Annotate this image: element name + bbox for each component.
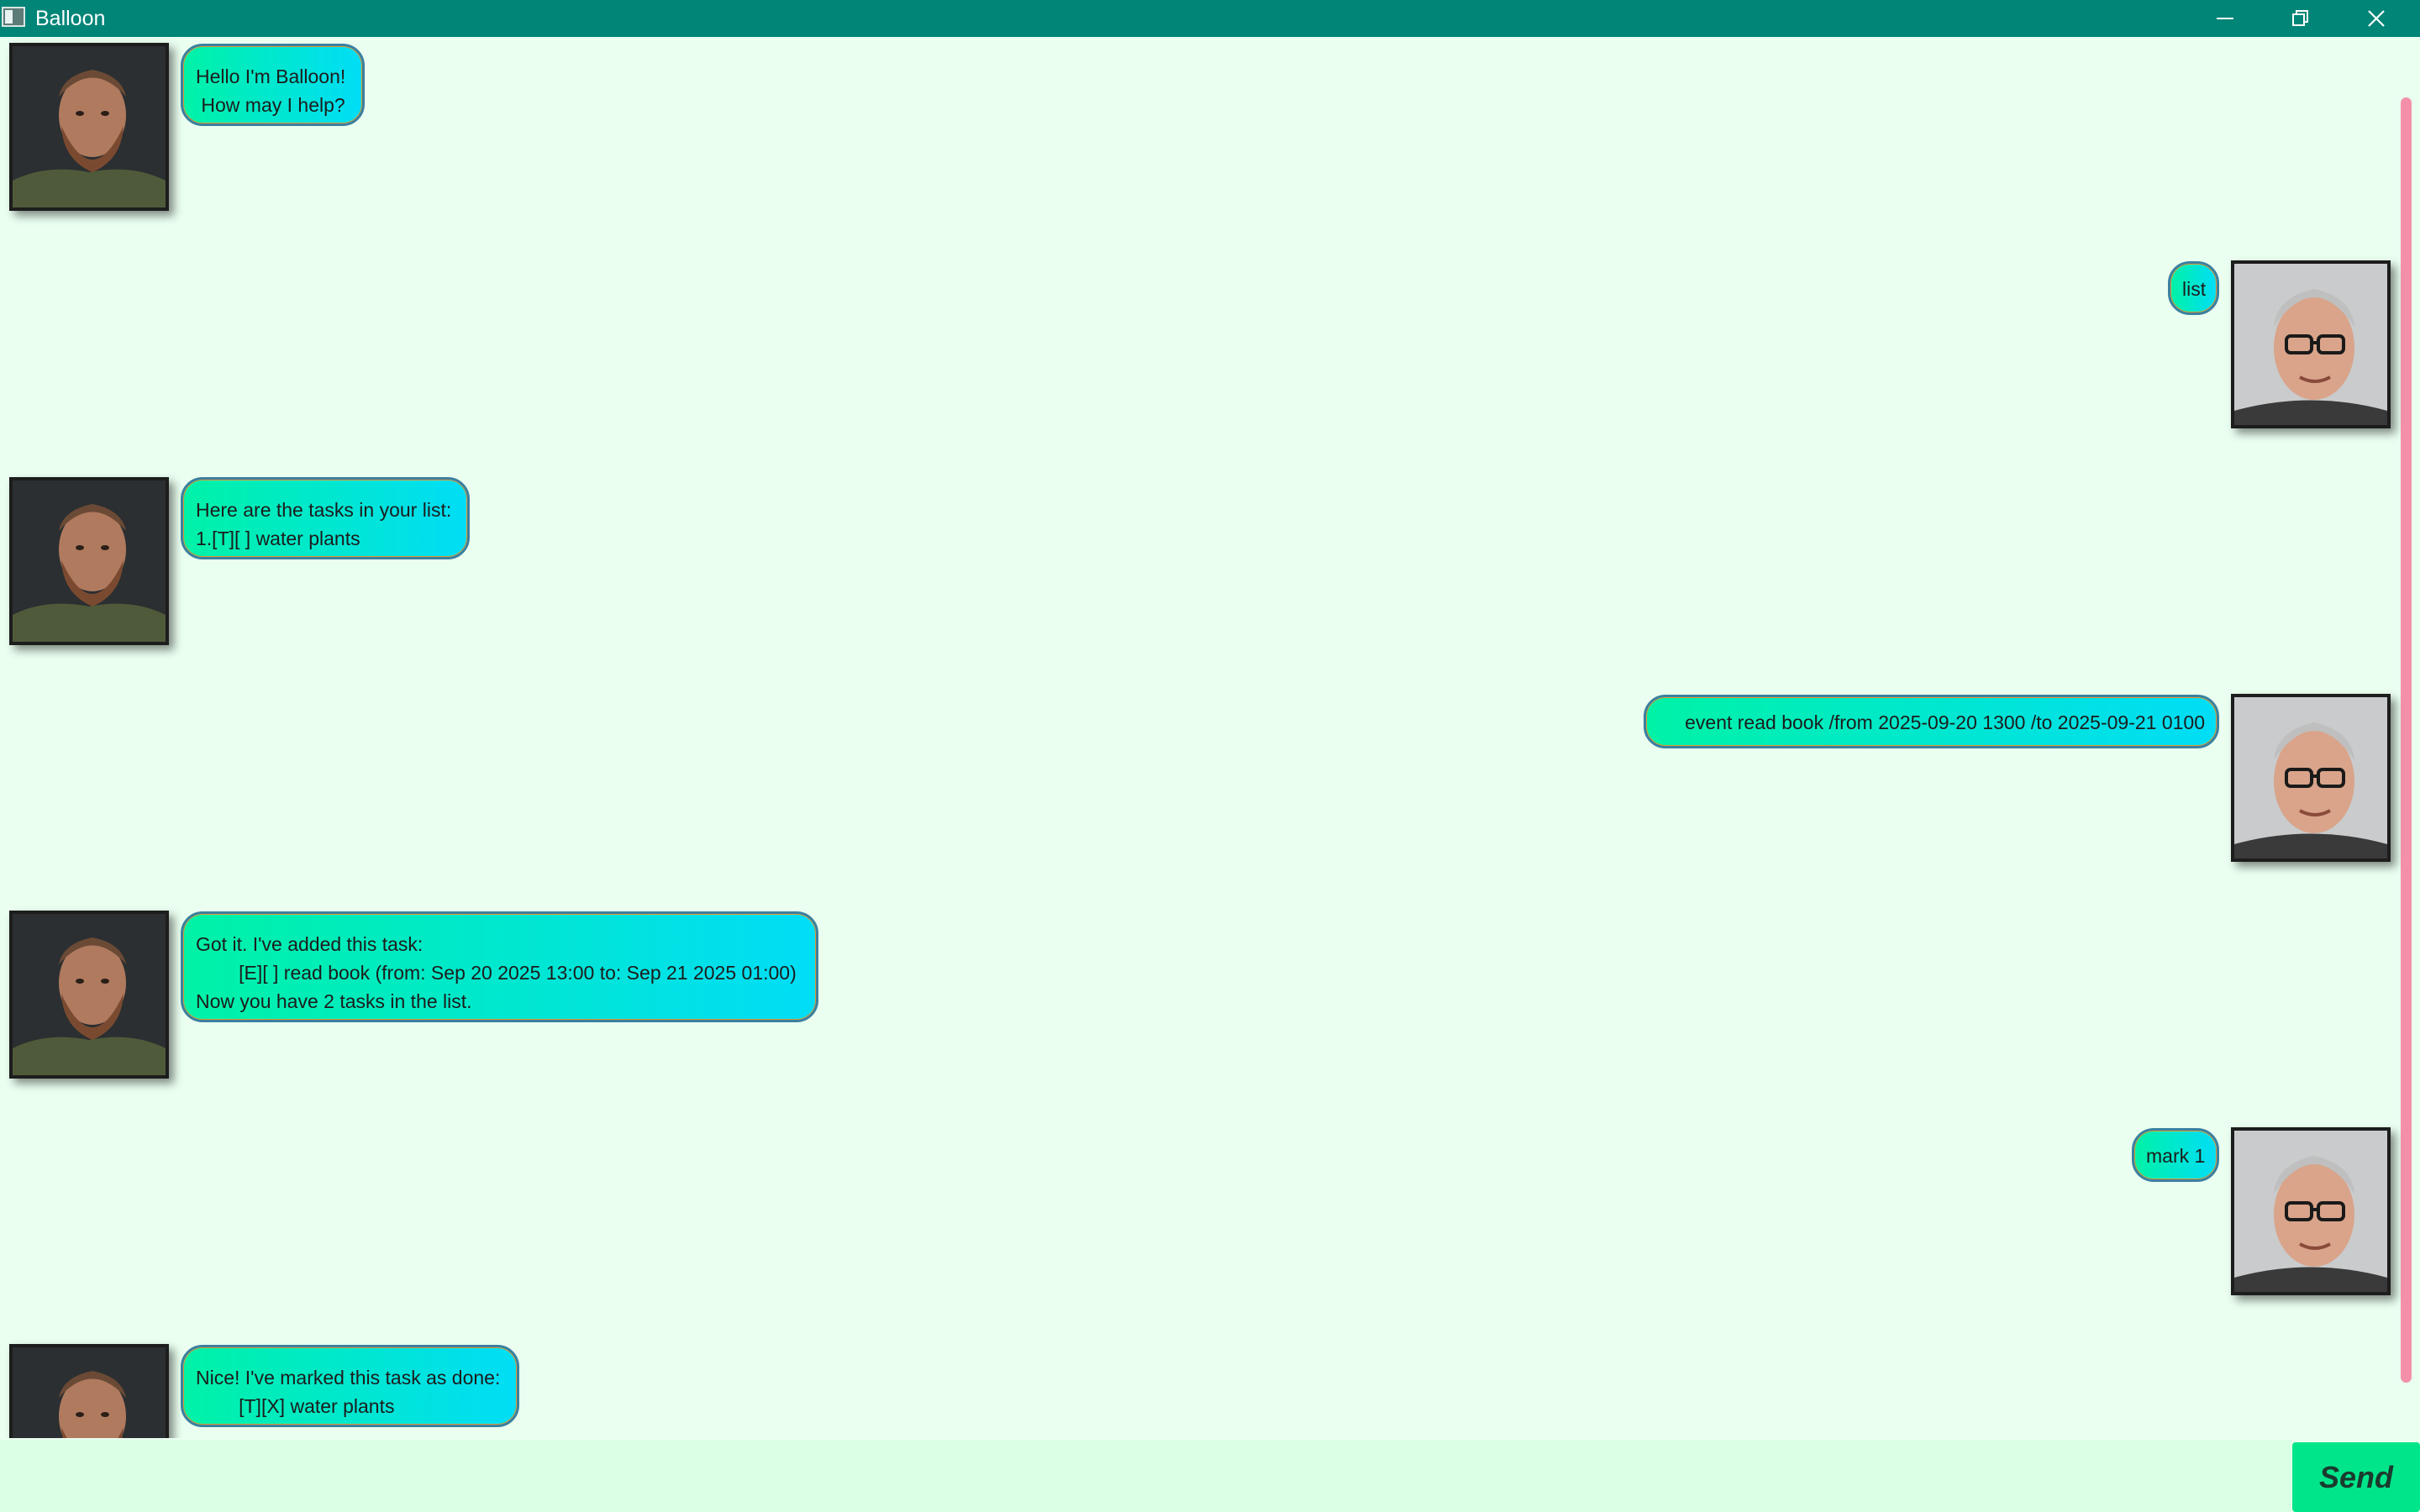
bearded-man-portrait xyxy=(13,46,166,207)
minimize-icon xyxy=(2217,18,2233,19)
bot-message-bubble: Hello I'm Balloon! How may I help? xyxy=(181,44,365,126)
vertical-scrollbar[interactable] xyxy=(2401,97,2412,1383)
user-avatar xyxy=(2231,1127,2391,1295)
user-avatar xyxy=(2231,260,2391,428)
close-icon xyxy=(2368,10,2385,27)
title-bar: Balloon xyxy=(0,0,2420,37)
restore-button[interactable] xyxy=(2264,0,2338,37)
close-button[interactable] xyxy=(2339,0,2413,37)
send-button[interactable]: Send xyxy=(2292,1442,2420,1512)
bearded-man-portrait xyxy=(13,914,166,1075)
minimize-button[interactable] xyxy=(2188,0,2262,37)
user-message-bubble: mark 1 xyxy=(2132,1128,2219,1182)
bot-avatar xyxy=(9,43,169,211)
bot-message-bubble: Got it. I've added this task: [E][ ] rea… xyxy=(181,911,818,1022)
restore-icon xyxy=(2292,10,2308,26)
app-icon xyxy=(2,7,25,27)
bot-avatar xyxy=(9,1344,169,1438)
glasses-man-portrait xyxy=(2234,264,2387,425)
bot-message-bubble: Here are the tasks in your list: 1.[T][ … xyxy=(181,477,470,559)
bearded-man-portrait xyxy=(13,1347,166,1438)
window-title: Balloon xyxy=(35,7,106,30)
glasses-man-portrait xyxy=(2234,697,2387,858)
bearded-man-portrait xyxy=(13,480,166,642)
bot-avatar xyxy=(9,911,169,1079)
bot-avatar xyxy=(9,477,169,645)
user-avatar xyxy=(2231,694,2391,862)
glasses-man-portrait xyxy=(2234,1131,2387,1292)
message-input[interactable] xyxy=(0,1440,2291,1512)
bot-message-bubble: Nice! I've marked this task as done: [T]… xyxy=(181,1345,519,1427)
user-message-bubble: event read book /from 2025-09-20 1300 /t… xyxy=(1644,695,2219,748)
user-message-bubble: list xyxy=(2168,261,2219,315)
chat-scroll-pane[interactable]: Hello I'm Balloon! How may I help? list … xyxy=(0,37,2420,1438)
